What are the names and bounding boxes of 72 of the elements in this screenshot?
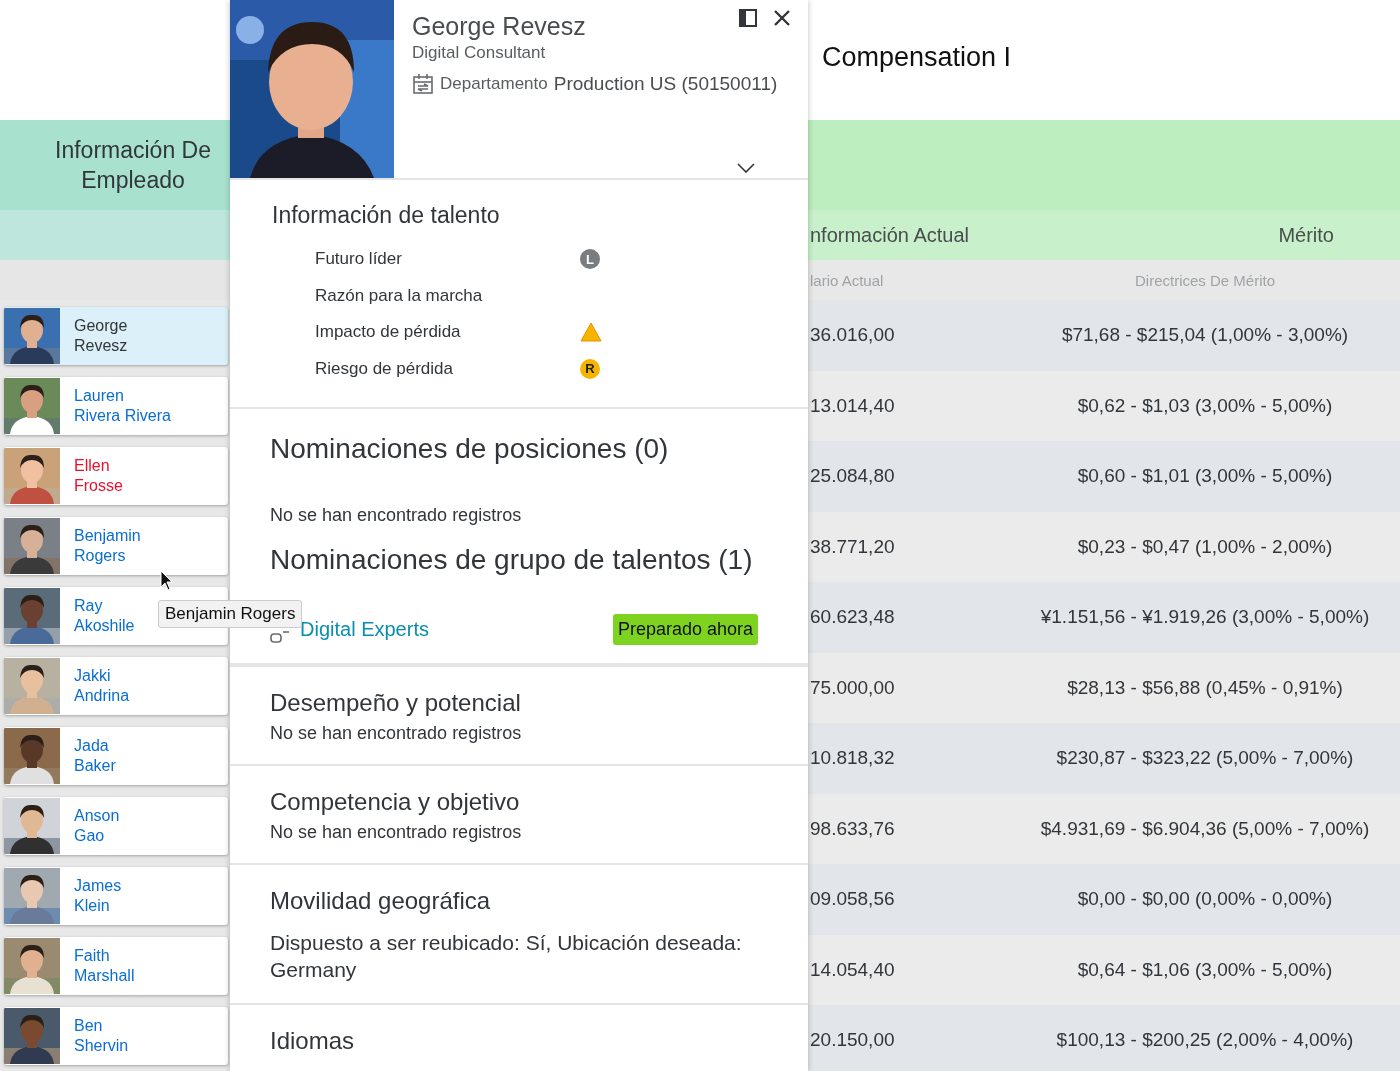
table-cell-text: $0,62 - $1,03 (3,00% - 5,00%) <box>1076 394 1334 417</box>
section-title: Información de talento <box>272 202 501 229</box>
employee-name[interactable]: Anson Gao <box>74 806 120 846</box>
table-cell-text: $4.931,69 - $6.904,36 (5,00% - 7,00%) <box>1039 817 1371 840</box>
column-group-header: nformación Actual <box>810 223 969 247</box>
column-group-header: Mérito <box>1278 223 1334 247</box>
employee-card[interactable]: Anson Gao <box>4 797 228 855</box>
section-text: No se han encontrado registros <box>270 822 523 843</box>
table-cell-text: $0,64 - $1,06 (3,00% - 5,00%) <box>1076 958 1334 981</box>
employee-name[interactable]: Ray Akoshile <box>74 596 135 636</box>
employee-name[interactable]: Benjamin Rogers <box>74 526 141 566</box>
talent-pool-link[interactable]: Digital Experts <box>300 618 429 641</box>
table-cell-text: $100,13 - $200,25 (2,00% - 4,00%) <box>1055 1029 1355 1052</box>
column-header: lario Actual <box>809 271 885 289</box>
employee-name[interactable]: Ellen Frosse <box>74 456 123 496</box>
table-cell-text: 98.633,76 <box>809 817 896 840</box>
page-title: Compensation I <box>821 41 1013 73</box>
table-cell-text: 60.623,48 <box>809 606 896 629</box>
table-cell-text: 20.150,00 <box>809 1029 896 1052</box>
section-title: Nominaciones de posiciones (0) <box>270 433 670 465</box>
employee-card[interactable]: Jakki Andrina <box>4 657 228 715</box>
column-header: Directrices De Mérito <box>1134 271 1276 289</box>
talent-label: Riesgo de pérdida <box>315 358 454 379</box>
table-cell-text: $0,23 - $0,47 (1,00% - 2,00%) <box>1076 535 1334 558</box>
table-cell-text: 75.000,00 <box>809 676 896 699</box>
employee-card[interactable]: Faith Marshall <box>4 937 228 995</box>
table-cell-text: 38.771,20 <box>809 535 896 558</box>
department-value: Production US (50150011) <box>553 73 778 95</box>
employee-card[interactable]: Ellen Frosse <box>4 447 228 505</box>
employee-card[interactable]: Ben Shervin <box>4 1007 228 1065</box>
department-label: Departamento <box>440 74 548 94</box>
table-cell-text: ¥1.151,56 - ¥1.919,26 (3,00% - 5,00%) <box>1039 606 1371 629</box>
section-text: Dispuesto a ser reubicado: Sí, Ubicación deseada: Germany <box>270 930 743 983</box>
table-cell-text: $0,00 - $0,00 (0,00% - 0,00%) <box>1076 888 1334 911</box>
table-cell-text: $28,13 - $56,88 (0,45% - 0,91%) <box>1066 676 1344 699</box>
readiness-tag: Preparado ahora <box>612 614 758 645</box>
employee-card[interactable]: Lauren Rivera Rivera <box>4 377 228 435</box>
section-title: Desempeño y potencial <box>270 689 522 717</box>
risk-badge: R <box>580 358 600 379</box>
section-title: Idiomas <box>270 1027 356 1055</box>
section-title: Competencia y objetivo <box>270 788 521 816</box>
employee-name[interactable]: James Klein <box>74 876 122 916</box>
section-text: No se han encontrado registros <box>270 505 523 526</box>
table-cell-text: 10.818,32 <box>809 747 896 770</box>
table-cell-text: 09.058,56 <box>809 888 896 911</box>
section-text: No se han encontrado registros <box>270 723 523 744</box>
talent-label: Razón para la marcha <box>315 285 484 306</box>
job-title: Digital Consultant <box>412 43 546 63</box>
section-title: Movilidad geográfica <box>270 887 492 915</box>
leader-badge: L <box>580 249 600 270</box>
employee-card[interactable]: George Revesz <box>4 307 228 365</box>
employee-name[interactable]: George Revesz <box>74 316 128 356</box>
employee-name: George Revesz <box>412 12 586 41</box>
employee-name[interactable]: Faith Marshall <box>74 946 135 986</box>
table-cell-text: $71,68 - $215,04 (1,00% - 3,00%) <box>1060 324 1350 347</box>
column-header: Información De Empleado <box>54 136 212 195</box>
table-cell-text: 13.014,40 <box>809 394 896 417</box>
table-cell-text: $230,87 - $323,22 (5,00% - 7,00%) <box>1055 747 1355 770</box>
talent-label: Futuro líder <box>315 249 403 270</box>
employee-name[interactable]: Jada Baker <box>74 736 116 776</box>
employee-card[interactable]: Jada Baker <box>4 727 228 785</box>
table-cell-text: 14.054,40 <box>809 958 896 981</box>
employee-name[interactable]: Lauren Rivera Rivera <box>74 386 171 426</box>
employee-card[interactable]: Benjamin Rogers <box>4 517 228 575</box>
talent-label: Impacto de pérdida <box>315 322 462 343</box>
employee-name[interactable]: Ben Shervin <box>74 1016 129 1056</box>
table-cell-text: 36.016,00 <box>809 324 896 347</box>
employee-card[interactable]: James Klein <box>4 867 228 925</box>
employee-name[interactable]: Jakki Andrina <box>74 666 130 706</box>
table-cell-text: 25.084,80 <box>809 465 896 488</box>
section-title: Nominaciones de grupo de talentos (1) <box>270 544 754 576</box>
table-cell-text: $0,60 - $1,01 (3,00% - 5,00%) <box>1076 465 1334 488</box>
